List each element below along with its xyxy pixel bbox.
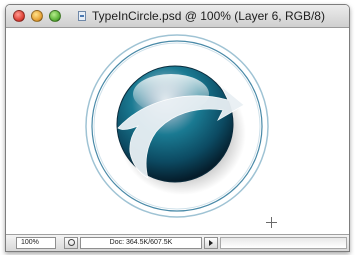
triangle-right-icon	[209, 240, 213, 246]
zoom-level-field[interactable]: 100%	[16, 237, 56, 249]
navigator-button[interactable]	[64, 237, 78, 249]
close-window-icon[interactable]	[13, 10, 25, 22]
title-bar[interactable]: TypeInCircle.psd @ 100% (Layer 6, RGB/8)	[6, 5, 349, 28]
horizontal-scrollbar[interactable]	[220, 237, 347, 249]
minimize-window-icon[interactable]	[31, 10, 43, 22]
crosshair-cursor-icon	[266, 217, 277, 228]
zoom-window-icon[interactable]	[49, 10, 61, 22]
status-bar: 100% Doc: 364.5K/607.5K	[6, 234, 349, 251]
image-canvas[interactable]	[6, 28, 349, 233]
status-menu-button[interactable]	[204, 237, 218, 249]
navigator-icon	[68, 239, 75, 246]
document-size-info: Doc: 364.5K/607.5K	[80, 237, 202, 249]
document-icon[interactable]	[78, 11, 86, 21]
window-title: TypeInCircle.psd @ 100% (Layer 6, RGB/8)	[92, 9, 325, 23]
document-window: TypeInCircle.psd @ 100% (Layer 6, RGB/8)	[5, 4, 350, 252]
typeincircle-logo	[85, 34, 269, 218]
